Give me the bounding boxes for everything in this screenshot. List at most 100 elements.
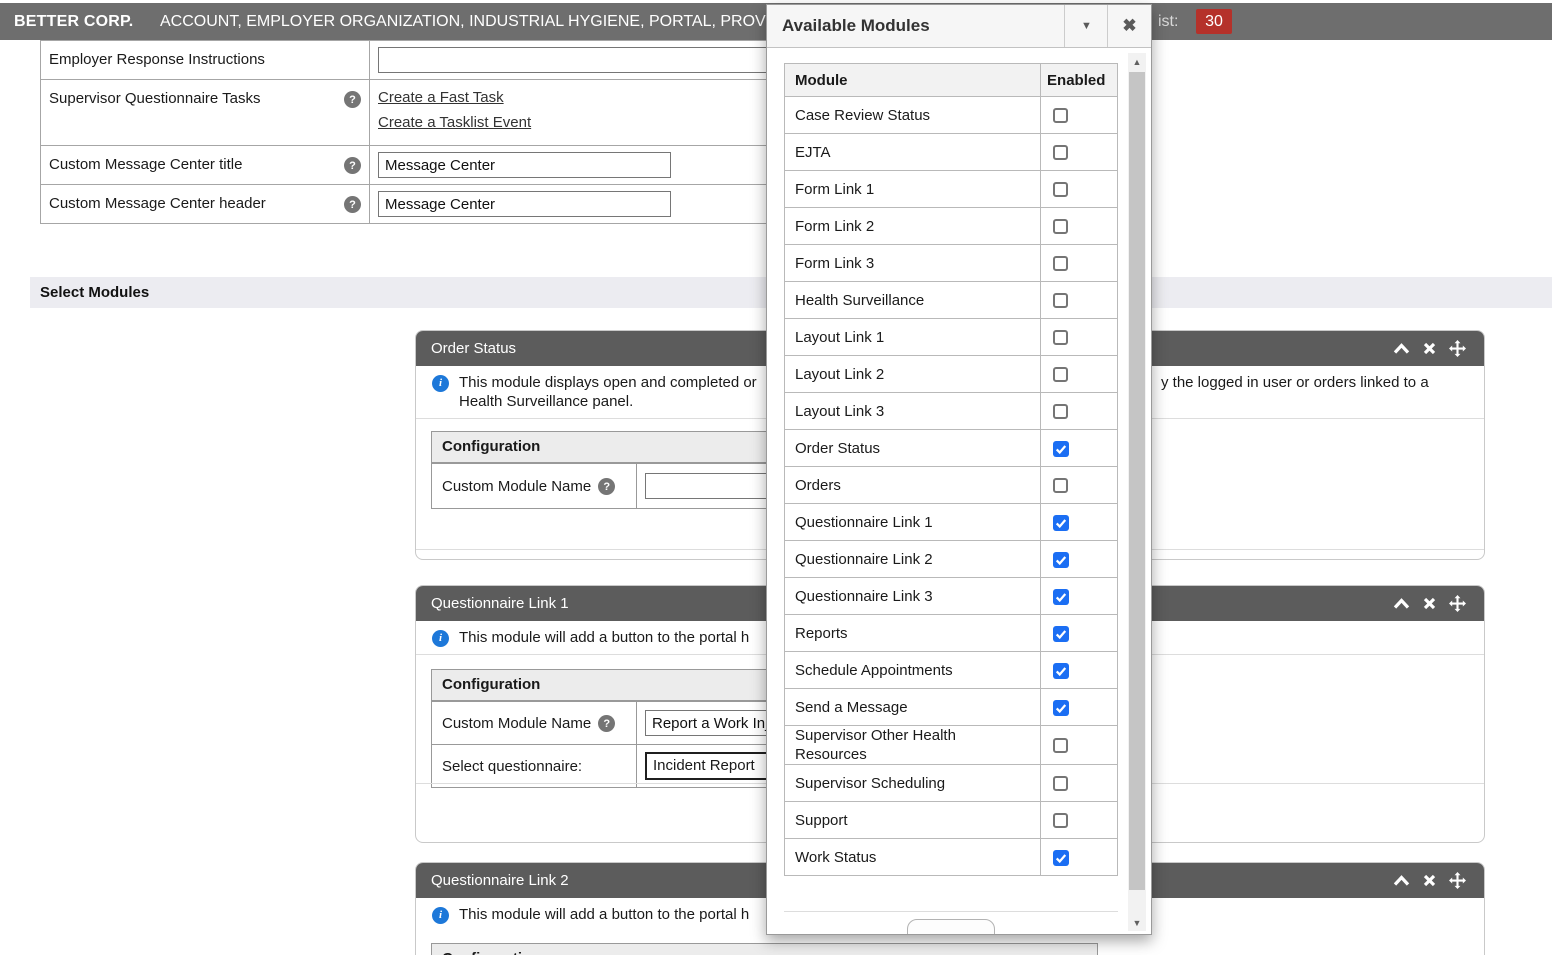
module-enabled-cell [1041,319,1118,356]
collapse-dialog-button[interactable]: ▼ [1064,5,1108,47]
module-name: Questionnaire Link 1 [785,504,1041,541]
module-row: Order Status [785,430,1118,467]
module-name: Reports [785,615,1041,652]
module-row: Work Status [785,839,1118,876]
module-row: Layout Link 2 [785,356,1118,393]
module-name: Case Review Status [785,97,1041,134]
panel-title: Order Status [431,340,516,357]
checkbox-unchecked-icon[interactable] [1053,219,1068,234]
description-text-left: This module displays open and completed … [459,374,757,391]
column-header-module: Module [785,64,1041,97]
checkbox-checked-icon[interactable] [1053,515,1069,531]
module-name: Schedule Appointments [785,652,1041,689]
module-row: Health Surveillance [785,282,1118,319]
module-row: Layout Link 1 [785,319,1118,356]
module-enabled-cell [1041,245,1118,282]
module-enabled-cell [1041,689,1118,726]
module-enabled-cell [1041,282,1118,319]
checkbox-unchecked-icon[interactable] [1053,330,1068,345]
checkbox-checked-icon[interactable] [1053,441,1069,457]
checkbox-checked-icon[interactable] [1053,700,1069,716]
module-name: Health Surveillance [785,282,1041,319]
help-icon[interactable]: ? [598,478,615,495]
module-row: EJTA [785,134,1118,171]
checkbox-checked-icon[interactable] [1053,552,1069,568]
module-enabled-cell [1041,467,1118,504]
collapse-icon[interactable] [1393,598,1410,610]
module-row: Case Review Status [785,97,1118,134]
checkbox-unchecked-icon[interactable] [1053,182,1068,197]
collapse-icon[interactable] [1393,875,1410,887]
module-enabled-cell [1041,726,1118,765]
description-text-left: This module will add a button to the por… [459,906,749,923]
description-text-line2: Health Surveillance panel. [459,393,633,410]
checkbox-unchecked-icon[interactable] [1053,145,1068,160]
close-icon[interactable] [1423,342,1436,355]
checkbox-unchecked-icon[interactable] [1053,256,1068,271]
close-dialog-button[interactable]: ✖ [1107,5,1151,47]
checkbox-unchecked-icon[interactable] [1053,813,1068,828]
portal-settings-page: BETTER CORP. ACCOUNT, EMPLOYER ORGANIZAT… [0,0,1552,955]
submit-button[interactable]: SUBMIT [907,919,995,935]
module-enabled-cell [1041,134,1118,171]
move-icon[interactable] [1449,872,1466,889]
checkbox-checked-icon[interactable] [1053,589,1069,605]
module-name: Support [785,802,1041,839]
checkbox-unchecked-icon[interactable] [1053,738,1068,753]
help-icon[interactable]: ? [344,196,361,213]
module-name: Layout Link 1 [785,319,1041,356]
close-icon[interactable] [1423,597,1436,610]
dialog-titlebar[interactable]: Available Modules ▼ ✖ [767,5,1151,48]
field-label: Select questionnaire: [442,758,582,775]
dialog-scrollbar[interactable]: ▲ ▼ [1128,53,1146,931]
checkbox-unchecked-icon[interactable] [1053,478,1068,493]
module-name: Layout Link 2 [785,356,1041,393]
help-icon[interactable]: ? [598,715,615,732]
close-icon[interactable] [1423,874,1436,887]
checkbox-checked-icon[interactable] [1053,626,1069,642]
configuration-box: Configuration [431,943,1098,955]
field-label: Supervisor Questionnaire Tasks [49,90,261,107]
module-row: Questionnaire Link 2 [785,541,1118,578]
module-name: Order Status [785,430,1041,467]
checkbox-checked-icon[interactable] [1053,663,1069,679]
modules-tbody: Case Review StatusEJTAForm Link 1Form Li… [785,97,1118,876]
module-row: Send a Message [785,689,1118,726]
checkbox-unchecked-icon[interactable] [1053,367,1068,382]
info-icon: i [432,907,449,924]
field-label: Custom Message Center header [49,195,266,212]
description-text-left: This module will add a button to the por… [459,629,749,646]
help-icon[interactable]: ? [344,157,361,174]
available-modules-dialog: Available Modules ▼ ✖ Module Enabled Cas… [766,4,1152,935]
checkbox-unchecked-icon[interactable] [1053,404,1068,419]
field-label: Employer Response Instructions [49,51,265,68]
message-center-title-input[interactable] [378,152,671,178]
modules-table-header: Module Enabled [785,64,1118,97]
scroll-up-arrow-icon[interactable]: ▲ [1128,53,1146,70]
brand-name: BETTER CORP. [14,3,133,40]
field-label: Custom Module Name [442,478,591,495]
message-center-header-input[interactable] [378,191,671,217]
checkbox-unchecked-icon[interactable] [1053,776,1068,791]
move-icon[interactable] [1449,340,1466,357]
module-name: Form Link 2 [785,208,1041,245]
scroll-down-arrow-icon[interactable]: ▼ [1128,914,1146,931]
scrollbar-thumb[interactable] [1129,72,1145,890]
module-row: Reports [785,615,1118,652]
module-name: Orders [785,467,1041,504]
move-icon[interactable] [1449,595,1466,612]
checkbox-unchecked-icon[interactable] [1053,293,1068,308]
module-enabled-cell [1041,541,1118,578]
checkbox-unchecked-icon[interactable] [1053,108,1068,123]
module-enabled-cell [1041,578,1118,615]
collapse-icon[interactable] [1393,343,1410,355]
module-name: Work Status [785,839,1041,876]
checkbox-checked-icon[interactable] [1053,850,1069,866]
help-icon[interactable]: ? [344,91,361,108]
module-name: EJTA [785,134,1041,171]
module-enabled-cell [1041,171,1118,208]
column-header-enabled: Enabled [1041,64,1118,97]
submit-row: SUBMIT [784,911,1118,935]
module-row: Questionnaire Link 3 [785,578,1118,615]
module-name: Form Link 3 [785,245,1041,282]
